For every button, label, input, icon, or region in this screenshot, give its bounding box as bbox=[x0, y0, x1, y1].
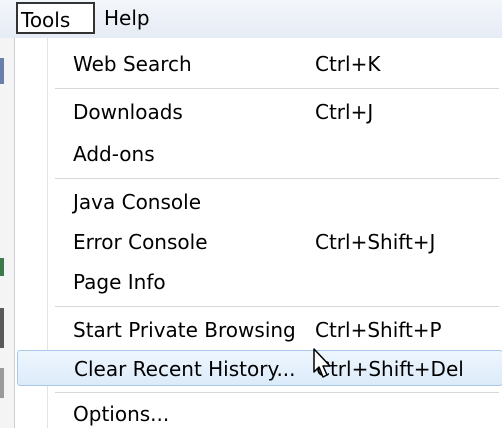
menu-item-label: Java Console bbox=[73, 190, 201, 214]
menu-item-label: Clear Recent History... bbox=[74, 357, 296, 381]
menu-item-shortcut: Ctrl+Shift+Del bbox=[316, 357, 464, 381]
menu-item-label: Start Private Browsing bbox=[73, 318, 296, 342]
menu-item-shortcut: Ctrl+Shift+P bbox=[315, 318, 442, 342]
menu-separator bbox=[55, 88, 499, 89]
background-fragment bbox=[0, 258, 4, 276]
menu-item-java-console[interactable]: Java Console bbox=[55, 184, 495, 220]
menu-tools[interactable]: Tools bbox=[16, 2, 95, 34]
menu-item-downloads[interactable]: Downloads Ctrl+J bbox=[55, 94, 495, 130]
menu-help[interactable]: Help bbox=[99, 2, 155, 34]
menu-item-error-console[interactable]: Error Console Ctrl+Shift+J bbox=[55, 224, 495, 260]
menu-item-shortcut: Ctrl+K bbox=[315, 52, 381, 76]
menu-item-options[interactable]: Options... bbox=[55, 396, 495, 428]
firefox-tools-menu-screenshot: Tools Help Web Search Ctrl+K Downloads C… bbox=[0, 0, 502, 428]
menu-separator bbox=[55, 178, 499, 179]
menu-item-label: Add-ons bbox=[73, 142, 155, 166]
menu-item-start-private-browsing[interactable]: Start Private Browsing Ctrl+Shift+P bbox=[55, 312, 495, 348]
menu-separator bbox=[55, 306, 499, 307]
menu-item-shortcut: Ctrl+Shift+J bbox=[315, 230, 436, 254]
menu-item-label: Error Console bbox=[73, 230, 208, 254]
menu-item-label: Options... bbox=[73, 402, 170, 426]
menu-separator bbox=[55, 392, 499, 393]
menu-item-label: Downloads bbox=[73, 100, 183, 124]
menu-item-clear-recent-history[interactable]: Clear Recent History... Ctrl+Shift+Del bbox=[17, 350, 502, 386]
tools-dropdown-menu: Web Search Ctrl+K Downloads Ctrl+J Add-o… bbox=[14, 38, 502, 428]
menu-bar: Tools Help bbox=[0, 0, 502, 39]
menu-item-label: Web Search bbox=[73, 52, 192, 76]
menu-item-shortcut: Ctrl+J bbox=[315, 100, 374, 124]
menu-item-page-info[interactable]: Page Info bbox=[55, 264, 495, 300]
background-fragment bbox=[0, 58, 4, 84]
background-fragment bbox=[0, 368, 4, 398]
menu-item-add-ons[interactable]: Add-ons bbox=[55, 136, 495, 172]
mouse-pointer-icon bbox=[313, 348, 331, 378]
background-page-edge bbox=[0, 38, 14, 428]
menu-item-web-search[interactable]: Web Search Ctrl+K bbox=[55, 46, 495, 82]
background-fragment bbox=[0, 308, 4, 348]
menu-item-label: Page Info bbox=[73, 270, 166, 294]
